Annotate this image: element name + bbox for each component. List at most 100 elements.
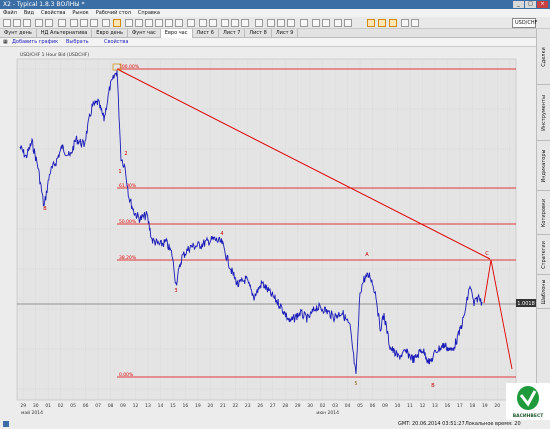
cursor-icon[interactable] bbox=[113, 19, 121, 27]
x-tick-label: 12 bbox=[420, 403, 426, 409]
menu-desktop[interactable]: Рабочий стол bbox=[96, 9, 131, 17]
wave-label: 3 bbox=[174, 288, 177, 294]
expand-icon[interactable] bbox=[401, 19, 409, 27]
new-icon[interactable] bbox=[3, 19, 11, 27]
channel-icon[interactable] bbox=[165, 19, 173, 27]
add-chart-button[interactable]: Добавить график bbox=[12, 38, 58, 47]
x-tick-label: 23 bbox=[245, 403, 251, 409]
tab-pound-hour[interactable]: Фунт час bbox=[128, 29, 161, 38]
logo: ВАСИНВЕСТ bbox=[506, 383, 550, 420]
zoom-in-icon[interactable] bbox=[102, 19, 110, 27]
ellipse-icon[interactable] bbox=[221, 19, 229, 27]
rectangle-icon[interactable] bbox=[231, 19, 239, 27]
x-tick-label: 19 bbox=[195, 403, 201, 409]
delete-icon[interactable] bbox=[255, 19, 263, 27]
tab-sheet-9[interactable]: Лист 9 bbox=[272, 29, 299, 38]
tab-sheet-6[interactable]: Лист 6 bbox=[193, 29, 219, 38]
menu-view[interactable]: Вид bbox=[24, 9, 34, 17]
x-tick-label: 29 bbox=[295, 403, 301, 409]
chart-props-button[interactable]: Свойства bbox=[104, 38, 128, 47]
x-tick-label: 04 bbox=[345, 403, 351, 409]
side-tab-strategies[interactable]: Стратегии bbox=[537, 235, 550, 275]
lock-icon[interactable] bbox=[287, 19, 295, 27]
zoom-icon[interactable] bbox=[45, 19, 53, 27]
scale-icon[interactable] bbox=[322, 19, 330, 27]
magnet-icon[interactable] bbox=[300, 19, 308, 27]
tab-sheet-7[interactable]: Лист 7 bbox=[219, 29, 246, 38]
x-tick-label: 01 bbox=[45, 403, 51, 409]
tab-sheet-8[interactable]: Лист 8 bbox=[245, 29, 272, 38]
print-icon[interactable] bbox=[35, 19, 43, 27]
x-tick-label: 09 bbox=[382, 403, 388, 409]
main-toolbar bbox=[0, 17, 550, 29]
indicator-icon[interactable] bbox=[267, 19, 275, 27]
alert-icon[interactable] bbox=[334, 19, 342, 27]
x-tick-label: 14 bbox=[158, 403, 164, 409]
wave-label: B bbox=[431, 383, 435, 389]
x-tick-label: 30 bbox=[33, 403, 39, 409]
grid-icon[interactable] bbox=[312, 19, 320, 27]
trendline-icon[interactable] bbox=[135, 19, 143, 27]
crosshair-icon[interactable] bbox=[125, 19, 133, 27]
triangle-icon[interactable] bbox=[241, 19, 249, 27]
wave-label: 1 bbox=[118, 169, 121, 175]
menu-market[interactable]: Рынок bbox=[72, 9, 88, 17]
open-icon[interactable] bbox=[13, 19, 21, 27]
fib-level-label: 38.20% bbox=[119, 255, 137, 261]
select-button[interactable]: Выбрать bbox=[66, 38, 89, 47]
side-tab-trades[interactable]: Сделки bbox=[537, 29, 550, 85]
x-tick-label: 17 bbox=[457, 403, 463, 409]
tab-euro-day[interactable]: Евро день bbox=[92, 29, 128, 38]
x-tick-label: 09 bbox=[120, 403, 126, 409]
tab-pound-day[interactable]: Фунт день bbox=[0, 29, 37, 38]
symbol-select[interactable]: USD/CHF bbox=[512, 18, 538, 28]
menu-help[interactable]: Справка bbox=[138, 9, 160, 17]
x-tick-label: 02 bbox=[58, 403, 64, 409]
undo-icon[interactable] bbox=[58, 19, 66, 27]
line-chart-icon[interactable] bbox=[90, 19, 98, 27]
x-tick-label: 20 bbox=[207, 403, 213, 409]
text-icon[interactable] bbox=[187, 19, 195, 27]
x-tick-label: 30 bbox=[307, 403, 313, 409]
menu-file[interactable]: Файл bbox=[3, 9, 17, 17]
chart-area[interactable]: USD/CHF 1 Hour Bid (USDCHF) 100.00% 61.80… bbox=[0, 47, 536, 420]
x-tick-label: 05 bbox=[357, 403, 363, 409]
x-month-label: июн 2014 bbox=[316, 410, 339, 416]
fibonacci-icon[interactable] bbox=[175, 19, 183, 27]
fib-arc-icon[interactable] bbox=[378, 19, 386, 27]
link-icon[interactable] bbox=[411, 19, 419, 27]
side-tab-quotes[interactable]: Котировки bbox=[537, 191, 550, 235]
close-button[interactable]: × bbox=[537, 1, 548, 8]
tab-euro-hour[interactable]: Евро час bbox=[160, 29, 193, 38]
side-tab-indicators[interactable]: Индикаторы bbox=[537, 141, 550, 191]
status-gmt: GMT: 20.06.2014 03:51:27 bbox=[398, 421, 465, 427]
fib-fan-icon[interactable] bbox=[367, 19, 375, 27]
side-tab-templates[interactable]: Шаблоны bbox=[537, 275, 550, 309]
x-tick-label: 05 bbox=[70, 403, 76, 409]
tab-nd-alt[interactable]: НД Альтернатива bbox=[37, 29, 93, 38]
status-bar: GMT: 20.06.2014 03:51:27 Локальное время… bbox=[0, 420, 550, 429]
side-tab-instruments[interactable]: Инструменты bbox=[537, 85, 550, 141]
template-icon[interactable] bbox=[277, 19, 285, 27]
hline-icon[interactable] bbox=[145, 19, 153, 27]
candle-chart-icon[interactable] bbox=[80, 19, 88, 27]
menu-properties[interactable]: Свойства bbox=[41, 9, 65, 17]
maximize-button[interactable]: □ bbox=[525, 1, 536, 8]
pencil-icon[interactable] bbox=[199, 19, 207, 27]
news-icon[interactable] bbox=[344, 19, 352, 27]
x-tick-label: 18 bbox=[469, 403, 475, 409]
wave-label: B bbox=[43, 206, 47, 212]
wave-label: 4 bbox=[220, 231, 223, 237]
fib-time-icon[interactable] bbox=[389, 19, 397, 27]
vline-icon[interactable] bbox=[155, 19, 163, 27]
bar-chart-icon[interactable] bbox=[70, 19, 78, 27]
x-tick-label: 28 bbox=[282, 403, 288, 409]
x-tick-label: 22 bbox=[232, 403, 238, 409]
save-icon[interactable] bbox=[23, 19, 31, 27]
price-chart[interactable]: USD/CHF 1 Hour Bid (USDCHF) 100.00%61.80… bbox=[0, 47, 536, 420]
window-title-bar: X2 - Typical 1.8.3 ВОЛНЫ * _ □ × bbox=[0, 0, 550, 9]
arrow-icon[interactable] bbox=[209, 19, 217, 27]
minimize-button[interactable]: _ bbox=[513, 1, 524, 8]
window-title: X2 - Typical 1.8.3 ВОЛНЫ * bbox=[3, 1, 85, 8]
wave-label: 5 bbox=[354, 381, 357, 387]
